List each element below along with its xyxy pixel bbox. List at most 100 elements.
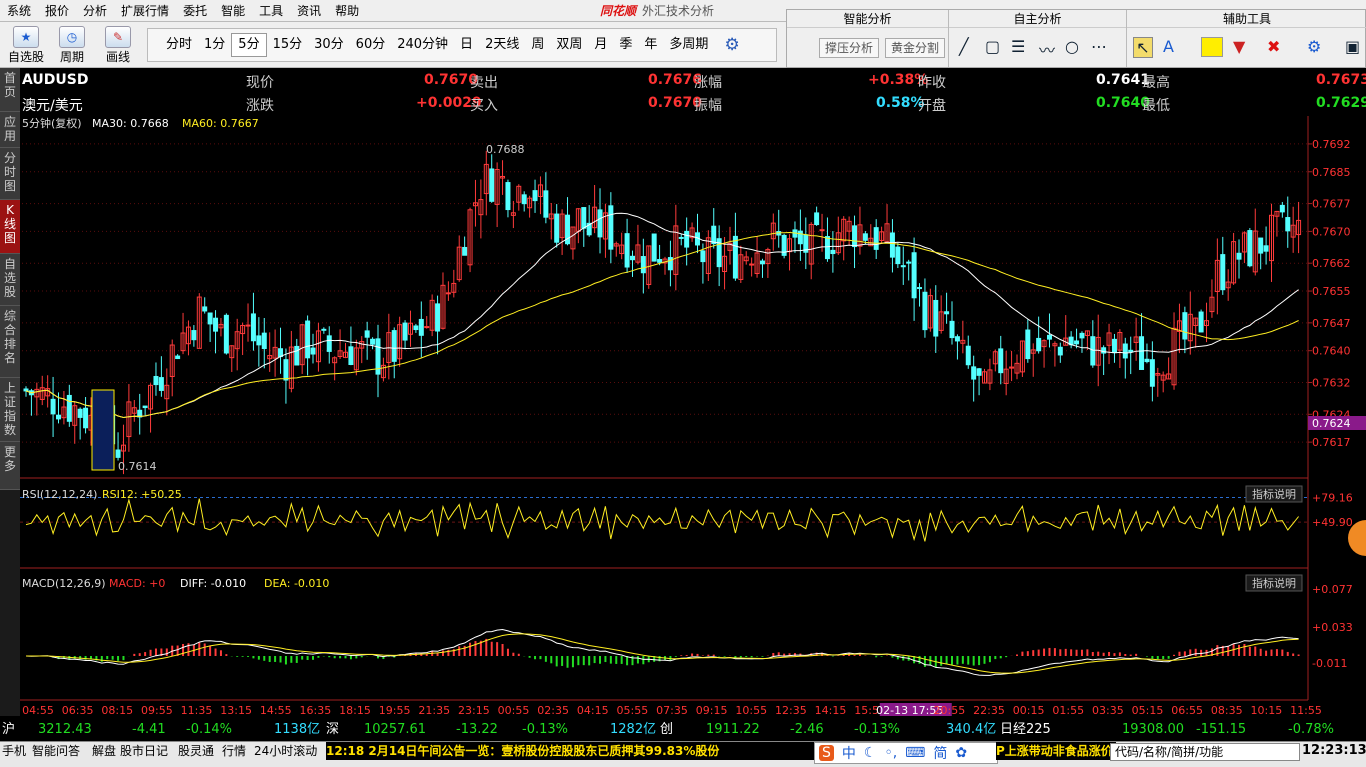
sz-tag: 深: [326, 722, 340, 737]
candle-body: [933, 299, 939, 337]
period-11[interactable]: 月: [588, 34, 613, 56]
cursor-icon[interactable]: ↖: [1133, 37, 1153, 58]
menu-news[interactable]: 资讯: [290, 0, 328, 22]
period-4[interactable]: 30分: [308, 34, 350, 56]
draw-button[interactable]: ✎ 画线: [98, 24, 138, 66]
side-tab-3[interactable]: K线图: [0, 200, 20, 254]
period-5[interactable]: 60分: [350, 34, 392, 56]
candle-body: [391, 330, 397, 362]
circle-tool-icon[interactable]: ○: [1065, 37, 1079, 56]
ime-simplified-icon: 简: [933, 746, 948, 762]
code-search-input[interactable]: 代码/名称/简拼/功能: [1110, 743, 1300, 761]
text-tool-icon[interactable]: A: [1163, 37, 1174, 56]
change-label: 涨跌: [246, 98, 274, 114]
kline-chart-area[interactable]: +79.16 +49.90 +0.077 +0.033 -0.011 0.7692 0.…: [20, 116, 1366, 716]
menu-trade[interactable]: 委托: [176, 0, 214, 22]
nav-qa[interactable]: 智能问答: [32, 742, 80, 760]
period-9[interactable]: 周: [525, 34, 550, 56]
cy-tag: 创: [660, 722, 674, 737]
bookmark-icon[interactable]: ▼: [1233, 37, 1245, 56]
price-tick-label: 0.7617: [1312, 436, 1351, 449]
period-13[interactable]: 年: [638, 34, 663, 56]
menu-tools[interactable]: 工具: [252, 0, 290, 22]
candle-body: [202, 306, 208, 312]
period-3[interactable]: 15分: [267, 34, 309, 56]
candle-body: [348, 346, 354, 365]
time-tick-label: 08:35: [1211, 704, 1243, 716]
golden-section-button[interactable]: 黄金分割: [885, 38, 946, 58]
period-settings-icon[interactable]: ⚙: [724, 35, 739, 55]
side-tab-7[interactable]: 更多: [0, 442, 20, 490]
candle-body: [700, 250, 706, 263]
news-ticker[interactable]: 12:18 2月14日午间公告一览：壹桥股份控股股东已质押其99.83%股份: [326, 742, 826, 760]
time-tick-label: 09:55: [141, 704, 173, 716]
menu-extended[interactable]: 扩展行情: [114, 0, 176, 22]
side-tab-0[interactable]: 首页: [0, 68, 20, 112]
period-7[interactable]: 日: [454, 34, 479, 56]
nav-24h[interactable]: 24小时滚动: [254, 742, 317, 760]
menu-analysis[interactable]: 分析: [76, 0, 114, 22]
side-tab-5[interactable]: 综合排名: [0, 306, 20, 378]
news-ticker-2[interactable]: P上涨带动非食品涨价: [996, 742, 1116, 760]
nav-diary[interactable]: 股市日记: [120, 742, 168, 760]
candle-body: [1128, 349, 1134, 353]
period-button[interactable]: ◷ 周期: [52, 24, 92, 66]
nav-alert[interactable]: 股灵通: [178, 742, 214, 760]
candle-body: [1144, 358, 1150, 363]
menu-system[interactable]: 系统: [0, 0, 38, 22]
side-tab-1[interactable]: 应用: [0, 112, 20, 148]
period-10[interactable]: 双周: [550, 34, 588, 56]
smart-analysis-section: 智能分析 撑压分析 黄金分割: [787, 10, 949, 67]
diff-value: DIFF: -0.010: [180, 577, 246, 590]
candle-body: [1025, 329, 1031, 360]
candle-body: [830, 249, 836, 255]
support-resistance-button[interactable]: 撑压分析: [819, 38, 880, 58]
wave-tool-icon[interactable]: 〰: [1039, 37, 1055, 61]
color-picker-icon[interactable]: [1201, 37, 1223, 57]
candle-body: [175, 355, 181, 360]
candle-body: [310, 347, 316, 355]
candle-body: [462, 246, 468, 256]
side-tab-4[interactable]: 自选股: [0, 254, 20, 306]
nav-commentary[interactable]: 解盘: [92, 742, 116, 760]
period-2[interactable]: 5分: [231, 33, 267, 57]
candle-body: [505, 182, 511, 211]
nav-quote[interactable]: 行情: [222, 742, 246, 760]
settings-icon[interactable]: ⚙: [1307, 37, 1321, 56]
time-tick-label: 01:55: [1052, 704, 1084, 716]
candle-body: [191, 330, 197, 341]
menu-quote[interactable]: 报价: [38, 0, 76, 22]
window-icon[interactable]: ▣: [1345, 37, 1360, 56]
period-12[interactable]: 季: [613, 34, 638, 56]
ma30-label: MA30: 0.7668: [92, 117, 169, 130]
candle-body: [917, 287, 923, 290]
more-tools-icon[interactable]: ⋯: [1091, 37, 1107, 56]
side-tab-6[interactable]: 上证指数: [0, 378, 20, 442]
nav-mobile[interactable]: 手机: [2, 742, 26, 760]
fib-tool-icon[interactable]: ☰: [1011, 37, 1025, 56]
price-tick-label: 0.7640: [1312, 345, 1351, 358]
cy-change: -2.46: [790, 722, 824, 737]
period-label: 周期: [59, 50, 84, 64]
menu-help[interactable]: 帮助: [328, 0, 366, 22]
candle-body: [1285, 217, 1291, 232]
menu-smart[interactable]: 智能: [214, 0, 252, 22]
watchlist-button[interactable]: ★ 自选股: [6, 24, 46, 66]
period-selector: 分时 1分 5分 15分 30分 60分 240分钟日 2天线周双周月季年多周期 ⚙: [147, 28, 777, 62]
period-0[interactable]: 分时: [160, 34, 198, 56]
period-14[interactable]: 多周期: [663, 34, 714, 56]
period-1[interactable]: 1分: [198, 34, 231, 56]
rect-tool-icon[interactable]: ▢: [985, 37, 1000, 56]
candle-body: [1279, 204, 1285, 213]
candle-body: [364, 330, 370, 338]
delete-icon[interactable]: ✖: [1267, 37, 1280, 56]
line-tool-icon[interactable]: ╱: [959, 37, 969, 56]
price-tick-label: 0.7647: [1312, 317, 1351, 330]
period-8[interactable]: 2天线: [479, 34, 525, 56]
time-tick-label: 06:55: [1171, 704, 1203, 716]
selected-candle-box[interactable]: [91, 389, 115, 471]
period-6[interactable]: 240分钟: [391, 34, 454, 56]
price-tick-label: 0.7655: [1312, 285, 1351, 298]
ime-toolbar[interactable]: S 中 ☾ ◦, ⌨ 简 ✿: [814, 742, 998, 764]
side-tab-2[interactable]: 分时图: [0, 148, 20, 200]
